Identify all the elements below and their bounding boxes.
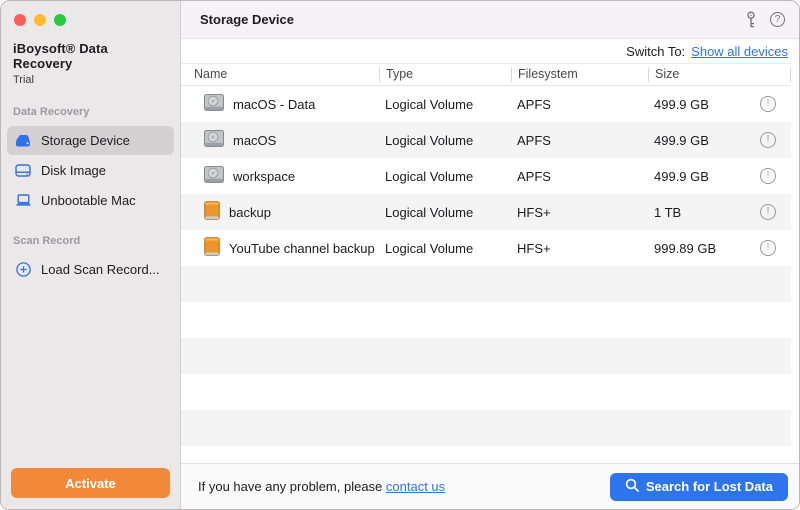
sidebar-item-label: Unbootable Mac	[41, 193, 136, 208]
info-icon[interactable]: !	[760, 240, 776, 256]
volume-name: backup	[229, 205, 271, 220]
volume-name: macOS	[233, 133, 276, 148]
sidebar-item-disk-image[interactable]: Disk Image	[7, 156, 174, 185]
titlebar: Storage Device ?	[181, 1, 799, 39]
section-label-scan-record: Scan Record	[13, 235, 168, 247]
sidebar-item-unbootable-mac[interactable]: Unbootable Mac	[7, 186, 174, 215]
info-icon[interactable]: !	[760, 168, 776, 184]
volume-filesystem: APFS	[511, 169, 648, 184]
traffic-lights	[1, 1, 180, 26]
disk-image-icon	[14, 164, 32, 177]
minimize-window-button[interactable]	[34, 14, 46, 26]
sidebar-item-label: Disk Image	[41, 163, 106, 178]
volume-filesystem: HFS+	[511, 241, 648, 256]
sidebar-item-label: Storage Device	[41, 133, 130, 148]
volume-size: 499.9 GB	[648, 133, 745, 148]
volume-type: Logical Volume	[379, 97, 511, 112]
table-row[interactable]: workspace Logical Volume APFS 499.9 GB !	[181, 158, 791, 194]
internal-drive-icon	[204, 166, 224, 186]
volume-filesystem: HFS+	[511, 205, 648, 220]
volume-size: 499.9 GB	[648, 169, 745, 184]
sidebar-item-load-scan-record[interactable]: Load Scan Record...	[7, 255, 174, 284]
volume-filesystem: APFS	[511, 133, 648, 148]
sidebar: iBoysoft® Data Recovery Trial Data Recov…	[1, 1, 181, 509]
volume-size: 999.89 GB	[648, 241, 745, 256]
table-row[interactable]: YouTube channel backup Logical Volume HF…	[181, 230, 791, 266]
column-header-size[interactable]: Size	[648, 67, 791, 82]
volume-name: macOS - Data	[233, 97, 315, 112]
volume-name: YouTube channel backup	[229, 241, 375, 256]
empty-row	[181, 374, 791, 410]
info-icon[interactable]: !	[760, 132, 776, 148]
column-header-type[interactable]: Type	[379, 67, 511, 82]
help-text-prefix: If you have any problem, please	[198, 479, 382, 494]
empty-row	[181, 302, 791, 338]
app-title: iBoysoft® Data Recovery	[13, 41, 168, 71]
switch-row: Switch To: Show all devices	[181, 39, 799, 63]
section-label-data-recovery: Data Recovery	[13, 106, 168, 118]
help-icon[interactable]: ?	[770, 12, 785, 27]
volume-size: 499.9 GB	[648, 97, 745, 112]
volume-name: workspace	[233, 169, 295, 184]
volume-size: 1 TB	[648, 205, 745, 220]
sidebar-nav-scan: Load Scan Record...	[1, 255, 180, 284]
volume-filesystem: APFS	[511, 97, 648, 112]
add-circle-icon	[14, 262, 32, 277]
info-icon[interactable]: !	[760, 204, 776, 220]
empty-row	[181, 338, 791, 374]
footer-bar: If you have any problem, please contact …	[181, 463, 799, 509]
external-drive-icon	[204, 237, 220, 259]
volume-type: Logical Volume	[379, 205, 511, 220]
activate-button[interactable]: Activate	[11, 468, 170, 498]
info-icon[interactable]: !	[760, 96, 776, 112]
license-key-icon[interactable]	[745, 11, 757, 29]
page-title: Storage Device	[200, 12, 294, 27]
internal-drive-icon	[204, 94, 224, 114]
sidebar-item-label: Load Scan Record...	[41, 262, 160, 277]
search-button-label: Search for Lost Data	[646, 479, 773, 494]
volume-type: Logical Volume	[379, 133, 511, 148]
volume-type: Logical Volume	[379, 241, 511, 256]
table-row[interactable]: backup Logical Volume HFS+ 1 TB !	[181, 194, 791, 230]
license-status: Trial	[13, 74, 168, 86]
unbootable-mac-icon	[14, 194, 32, 207]
storage-device-icon	[14, 134, 32, 147]
external-drive-icon	[204, 201, 220, 223]
empty-row	[181, 266, 791, 302]
main-panel: Storage Device ? Switch To: Show all dev…	[181, 1, 799, 509]
switch-to-label: Switch To:	[626, 44, 685, 59]
show-all-devices-link[interactable]: Show all devices	[691, 44, 788, 59]
table-row[interactable]: macOS - Data Logical Volume APFS 499.9 G…	[181, 86, 791, 122]
volume-table: macOS - Data Logical Volume APFS 499.9 G…	[181, 86, 799, 463]
empty-row	[181, 410, 791, 446]
search-icon	[625, 478, 639, 495]
table-row[interactable]: macOS Logical Volume APFS 499.9 GB !	[181, 122, 791, 158]
sidebar-item-storage-device[interactable]: Storage Device	[7, 126, 174, 155]
internal-drive-icon	[204, 130, 224, 150]
zoom-window-button[interactable]	[54, 14, 66, 26]
app-window: iBoysoft® Data Recovery Trial Data Recov…	[0, 0, 800, 510]
column-header-name[interactable]: Name	[181, 67, 379, 82]
search-for-lost-data-button[interactable]: Search for Lost Data	[610, 473, 788, 501]
column-header-filesystem[interactable]: Filesystem	[511, 67, 648, 82]
titlebar-actions: ?	[745, 11, 785, 29]
close-window-button[interactable]	[14, 14, 26, 26]
volume-type: Logical Volume	[379, 169, 511, 184]
sidebar-nav: Storage Device Disk Image Unbootable Mac	[1, 126, 180, 215]
contact-us-link[interactable]: contact us	[386, 479, 445, 494]
help-text: If you have any problem, please contact …	[198, 479, 445, 494]
table-header: Name Type Filesystem Size	[181, 63, 791, 86]
